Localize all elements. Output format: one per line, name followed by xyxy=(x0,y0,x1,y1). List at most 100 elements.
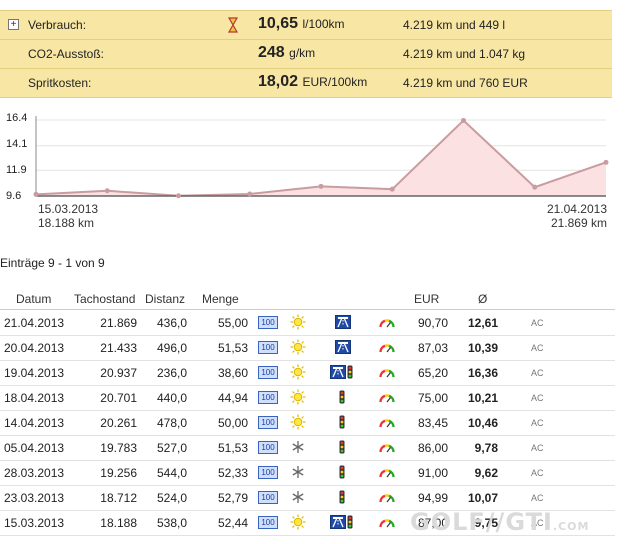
cell-tachostand: 20.261 xyxy=(100,416,137,430)
data-point[interactable] xyxy=(104,188,110,194)
summary-row-verbrauch[interactable]: + Verbrauch: 10,65 l/100km 4.219 km und … xyxy=(0,11,612,40)
cell-distanz: 527,0 xyxy=(156,441,187,455)
octane-badge: 100 xyxy=(258,516,278,529)
cell-eur: 86,00 xyxy=(417,441,448,455)
summary-info: 4.219 km und 449 l xyxy=(403,18,506,32)
cell-menge: 50,00 xyxy=(217,416,248,430)
traffic-light-icon xyxy=(339,465,345,482)
col-average[interactable]: Ø xyxy=(478,292,487,306)
traffic-light-icon xyxy=(347,365,353,382)
cell-datum: 21.04.2013 xyxy=(4,316,65,330)
ac-label: AC xyxy=(531,393,544,403)
cell-tachostand: 18.712 xyxy=(100,491,137,505)
cell-distanz: 538,0 xyxy=(156,516,187,530)
cell-tachostand: 18.188 xyxy=(100,516,137,530)
summary-label: Spritkosten: xyxy=(28,76,92,90)
col-tachostand[interactable]: Tachostand xyxy=(74,292,135,306)
gauge-icon xyxy=(379,316,395,331)
table-row[interactable]: 28.03.2013 19.256 544,0 52,33 100 91,00 9,62 AC xyxy=(0,460,615,486)
cell-menge: 51,53 xyxy=(217,441,248,455)
expand-icon[interactable]: + xyxy=(8,19,19,30)
table-row[interactable]: 05.04.2013 19.783 527,0 51,53 100 86,00 9,78 AC xyxy=(0,435,615,461)
col-datum[interactable]: Datum xyxy=(16,292,51,306)
table-row[interactable]: 21.04.2013 21.869 436,0 55,00 100 90,70 12,61 A… xyxy=(0,310,615,336)
highway-icon xyxy=(335,315,351,332)
cell-menge: 55,00 xyxy=(217,316,248,330)
gauge-icon xyxy=(379,416,395,431)
octane-badge: 100 xyxy=(258,466,278,479)
table-row[interactable]: 19.04.2013 20.937 236,0 38,60 100 65,20 16,36 A… xyxy=(0,360,615,386)
x-label-date: 15.03.2013 xyxy=(38,202,99,216)
sun-icon xyxy=(290,514,306,533)
cell-datum: 18.04.2013 xyxy=(4,391,65,405)
cell-average: 16,36 xyxy=(467,366,498,380)
x-label-start: 15.03.2013 18.188 km xyxy=(38,202,98,230)
traffic-light-icon xyxy=(347,515,353,532)
y-tick-label: 16.4 xyxy=(6,112,28,124)
data-point[interactable] xyxy=(389,186,395,192)
octane-badge: 100 xyxy=(258,441,278,454)
y-tick-label: 11.9 xyxy=(6,164,27,176)
gauge-icon xyxy=(379,516,395,531)
cell-menge: 52,44 xyxy=(217,516,248,530)
cell-tachostand: 20.937 xyxy=(100,366,137,380)
data-point[interactable] xyxy=(318,183,324,189)
cell-average: 10,39 xyxy=(467,341,498,355)
cell-datum: 19.04.2013 xyxy=(4,366,65,380)
cell-menge: 52,33 xyxy=(217,466,248,480)
x-label-km: 18.188 km xyxy=(38,216,95,230)
data-point[interactable] xyxy=(603,159,609,165)
summary-value: 18,02 EUR/100km xyxy=(258,73,368,90)
entries-count: Einträge 9 - 1 von 9 xyxy=(0,256,105,270)
sun-icon xyxy=(290,339,306,358)
cell-datum: 20.04.2013 xyxy=(4,341,65,355)
gauge-icon xyxy=(379,441,395,456)
cell-datum: 28.03.2013 xyxy=(4,466,65,480)
watermark-logo: GOLF//GTI.COM xyxy=(410,508,590,536)
gauge-icon xyxy=(379,366,395,381)
cell-menge: 52,79 xyxy=(217,491,248,505)
col-distanz[interactable]: Distanz xyxy=(145,292,185,306)
highway-icon xyxy=(330,365,346,382)
octane-badge: 100 xyxy=(258,341,278,354)
cell-average: 10,46 xyxy=(467,416,498,430)
data-point[interactable] xyxy=(461,117,466,123)
cell-average: 10,21 xyxy=(467,391,498,405)
cell-eur: 83,45 xyxy=(417,416,448,430)
table-row[interactable]: 20.04.2013 21.433 496,0 51,53 100 87,03 10,39 A… xyxy=(0,335,615,361)
table-row[interactable]: 14.04.2013 20.261 478,0 50,00 100 83,45 10,46 A… xyxy=(0,410,615,436)
ac-label: AC xyxy=(531,443,544,453)
gauge-icon xyxy=(379,491,395,506)
cell-datum: 05.04.2013 xyxy=(4,441,65,455)
y-tick-label: 14.1 xyxy=(6,138,28,150)
snowflake-icon xyxy=(291,440,305,457)
traffic-light-icon xyxy=(339,390,345,407)
col-menge[interactable]: Menge xyxy=(202,292,239,306)
data-point[interactable] xyxy=(532,184,538,190)
data-point[interactable] xyxy=(33,191,39,197)
col-eur[interactable]: EUR xyxy=(414,292,439,306)
cell-average: 12,61 xyxy=(467,316,498,330)
cell-distanz: 544,0 xyxy=(156,466,187,480)
sun-icon xyxy=(290,314,306,333)
table-row[interactable]: 18.04.2013 20.701 440,0 44,94 100 75,00 10,21 A… xyxy=(0,385,615,411)
octane-badge: 100 xyxy=(258,391,278,404)
cell-menge: 51,53 xyxy=(217,341,248,355)
cell-distanz: 236,0 xyxy=(156,366,187,380)
traffic-light-icon xyxy=(339,415,345,432)
consumption-chart: 16.4 14.1 11.9 9.6 15.03.2013 18.188 km … xyxy=(0,108,625,238)
summary-info: 4.219 km und 760 EUR xyxy=(403,76,528,90)
gauge-icon xyxy=(379,341,395,356)
hourglass-icon xyxy=(227,17,239,36)
cell-average: 10,07 xyxy=(467,491,498,505)
x-label-date: 21.04.2013 xyxy=(546,202,607,216)
cell-eur: 90,70 xyxy=(417,316,448,330)
octane-badge: 100 xyxy=(258,316,278,329)
cell-menge: 44,94 xyxy=(217,391,248,405)
cell-eur: 91,00 xyxy=(417,466,448,480)
data-point[interactable] xyxy=(176,193,181,199)
cell-datum: 23.03.2013 xyxy=(4,491,65,505)
cell-eur: 65,20 xyxy=(417,366,448,380)
data-point[interactable] xyxy=(247,191,253,197)
table-header: Datum Tachostand Distanz Menge EUR Ø xyxy=(0,291,615,310)
